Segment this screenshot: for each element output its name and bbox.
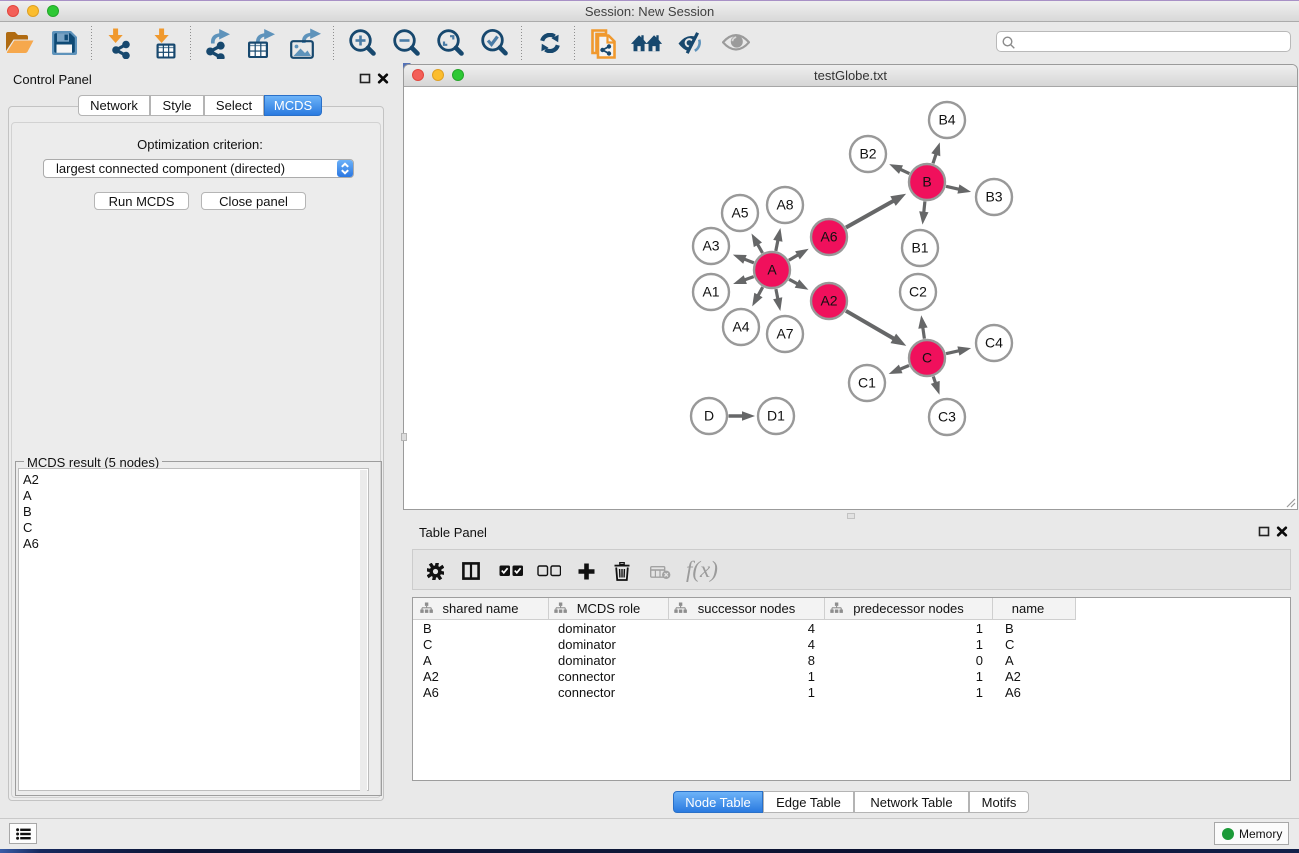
- svg-text:C1: C1: [858, 375, 876, 391]
- svg-text:A3: A3: [702, 238, 719, 254]
- svg-text:A2: A2: [820, 293, 837, 309]
- svg-text:C2: C2: [909, 284, 927, 300]
- svg-text:B1: B1: [911, 240, 928, 256]
- svg-text:C4: C4: [985, 335, 1003, 351]
- svg-text:C: C: [922, 350, 932, 366]
- svg-text:A8: A8: [776, 197, 793, 213]
- svg-text:D: D: [704, 408, 714, 424]
- svg-text:A5: A5: [731, 205, 748, 221]
- svg-text:B3: B3: [985, 189, 1002, 205]
- svg-text:A7: A7: [776, 326, 793, 342]
- svg-text:B4: B4: [938, 112, 955, 128]
- svg-text:A6: A6: [820, 229, 837, 245]
- svg-text:B2: B2: [859, 146, 876, 162]
- svg-text:A4: A4: [732, 319, 749, 335]
- svg-text:C3: C3: [938, 409, 956, 425]
- svg-text:A1: A1: [702, 284, 719, 300]
- svg-text:D1: D1: [767, 408, 785, 424]
- svg-text:A: A: [767, 262, 777, 278]
- svg-text:B: B: [922, 174, 931, 190]
